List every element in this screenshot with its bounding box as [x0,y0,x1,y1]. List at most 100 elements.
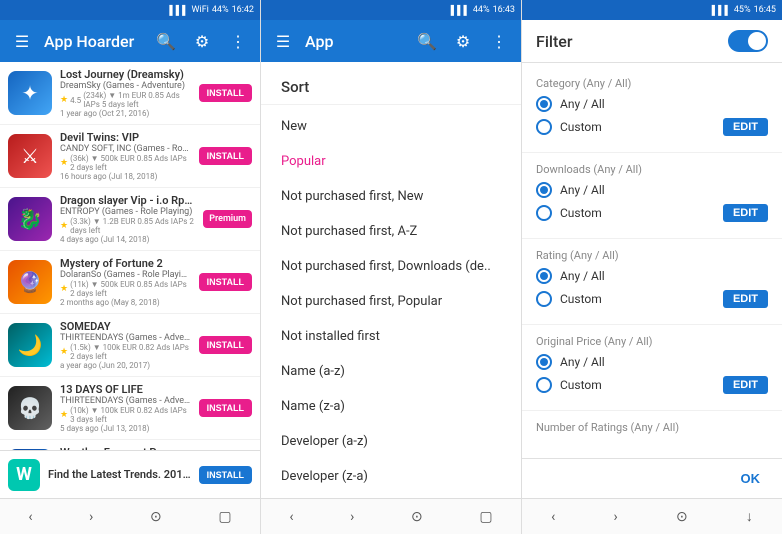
radio-label-price-any: Any / All [560,355,768,369]
time-display: 16:42 [232,5,254,15]
filter-content: Category (Any / All) Any / All Custom ED… [522,63,782,458]
top-bar-1: ☰ App Hoarder 🔍 ⚙ ⋮ [0,20,260,62]
filter-label-price: Original Price (Any / All) [536,335,768,348]
edit-price-button[interactable]: EDIT [723,376,768,394]
list-item[interactable]: 🔮 Mystery of Fortune 2 DolaranSo (Games … [0,251,260,314]
radio-price-custom[interactable] [536,377,552,393]
install-button[interactable]: install [199,147,252,165]
radio-rating-custom[interactable] [536,291,552,307]
home-icon-3[interactable]: ⊙ [676,509,688,525]
app-name: Mystery of Fortune 2 [60,257,191,270]
app-icon: ✦ [8,71,52,115]
back-icon[interactable]: ‹ [28,509,32,525]
recent-icon-2[interactable]: ▢ [479,509,492,525]
app-info: Mystery of Fortune 2 DolaranSo (Games - … [60,257,191,307]
sort-item-name-za[interactable]: Name (z-a) [261,389,521,424]
filter-icon-2[interactable]: ⚙ [449,27,477,55]
list-item[interactable]: ⛅ Weather Forecast Pro Best App - Top Br… [0,440,260,450]
down-icon-3[interactable]: ↓ [746,508,753,525]
app-rating: ★ (1.5k) ▼ 100k EUR 0.82 Ads IAPs 2 days… [60,343,191,361]
filter-section-price: Original Price (Any / All) Any / All Cus… [522,329,782,406]
app-date: 2 months ago (May 8, 2018) [60,298,191,307]
list-item[interactable]: ⚔ Devil Twins: VIP CANDY SOFT, INC (Game… [0,125,260,188]
divider [522,410,782,411]
sort-item-new[interactable]: New [261,109,521,144]
radio-downloads-custom[interactable] [536,205,552,221]
filter-header: Filter [522,20,782,63]
app-dev: DreamSky (Games - Adventure) [60,81,191,91]
edit-downloads-button[interactable]: EDIT [723,204,768,222]
app-list-panel: ▌▌▌ WiFi 44% 16:42 ☰ App Hoarder 🔍 ⚙ ⋮ ✦… [0,0,261,534]
forward-icon-3[interactable]: › [614,509,618,525]
app-title-2: App [305,32,405,51]
wifi-icon: WiFi [192,5,209,15]
home-icon[interactable]: ⊙ [150,509,162,525]
recent-icon[interactable]: ▢ [218,509,231,525]
home-icon-2[interactable]: ⊙ [411,509,423,525]
divider [522,238,782,239]
app-rating: ★ (10k) ▼ 100k EUR 0.82 Ads IAPs 3 days … [60,406,191,424]
sort-item-name-az[interactable]: Name (a-z) [261,354,521,389]
app-date: 16 hours ago (Jul 18, 2018) [60,172,191,181]
radio-category-custom[interactable] [536,119,552,135]
premium-badge: Premium [203,210,252,228]
ok-button[interactable]: OK [733,467,769,490]
sort-item-not-purchased-dl[interactable]: Not purchased first, Downloads (de.. [261,249,521,284]
sort-item-not-purchased-popular[interactable]: Not purchased first, Popular [261,284,521,319]
forward-icon-2[interactable]: › [350,509,354,525]
sort-list: New Popular Not purchased first, New Not… [261,105,521,498]
edit-rating-button[interactable]: EDIT [723,290,768,308]
filter-section-num-ratings: Number of Ratings (Any / All) [522,415,782,446]
filter-option: Any / All [536,182,768,198]
list-item[interactable]: 🌙 SOMEDAY THIRTEENDAYS (Games - Adventur… [0,314,260,377]
sort-item-not-purchased-az[interactable]: Not purchased first, A-Z [261,214,521,249]
sort-item-not-purchased-new[interactable]: Not purchased first, New [261,179,521,214]
filter-option: Any / All [536,268,768,284]
time-2: 16:43 [493,5,515,15]
more-icon-2[interactable]: ⋮ [485,27,513,55]
sort-item-popular[interactable]: Popular [261,144,521,179]
app-info: Dragon slayer Vip - i.o Rpg game ENTROPY… [60,194,195,244]
app-icon: 💀 [8,386,52,430]
menu-icon[interactable]: ☰ [8,27,36,55]
list-item[interactable]: 💀 13 DAYS OF LIFE THIRTEENDAYS (Games - … [0,377,260,440]
battery-indicator: 44% [212,5,229,15]
back-icon-3[interactable]: ‹ [551,509,555,525]
filter-section-category: Category (Any / All) Any / All Custom ED… [522,71,782,148]
sort-item-not-installed[interactable]: Not installed first [261,319,521,354]
list-item[interactable]: 🐉 Dragon slayer Vip - i.o Rpg game ENTRO… [0,188,260,251]
install-button[interactable]: install [199,84,252,102]
app-name: Devil Twins: VIP [60,131,191,144]
sort-item-dev-az[interactable]: Developer (a-z) [261,424,521,459]
back-icon-2[interactable]: ‹ [289,509,293,525]
install-button[interactable]: install [199,273,252,291]
install-button[interactable]: install [199,336,252,354]
edit-category-button[interactable]: EDIT [723,118,768,136]
app-title-1: App Hoarder [44,32,144,51]
search-icon[interactable]: 🔍 [152,27,180,55]
app-rating: ★ (3.3k) ▼ 1.2B EUR 0.85 Ads IAPs 2 days… [60,217,195,235]
ad-install-button[interactable]: INSTALL [199,466,252,484]
filter-toggle[interactable] [728,30,768,52]
app-info: 13 DAYS OF LIFE THIRTEENDAYS (Games - Ad… [60,383,191,433]
filter-section-downloads: Downloads (Any / All) Any / All Custom E… [522,157,782,234]
forward-icon[interactable]: › [89,509,93,525]
radio-category-any[interactable] [536,96,552,112]
filter-label-category: Category (Any / All) [536,77,768,90]
filter-icon[interactable]: ⚙ [188,27,216,55]
app-info: Lost Journey (Dreamsky) DreamSky (Games … [60,68,191,118]
sort-item-dev-za[interactable]: Developer (z-a) [261,459,521,494]
radio-downloads-any[interactable] [536,182,552,198]
search-icon-2[interactable]: 🔍 [413,27,441,55]
filter-footer: OK [522,458,782,498]
more-icon[interactable]: ⋮ [224,27,252,55]
filter-section-rating: Rating (Any / All) Any / All Custom EDIT [522,243,782,320]
menu-icon-2[interactable]: ☰ [269,27,297,55]
filter-option: Any / All [536,96,768,112]
list-item[interactable]: ✦ Lost Journey (Dreamsky) DreamSky (Game… [0,62,260,125]
radio-rating-any[interactable] [536,268,552,284]
install-button[interactable]: install [199,399,252,417]
top-bar-2: ☰ App 🔍 ⚙ ⋮ [261,20,521,62]
radio-price-any[interactable] [536,354,552,370]
filter-label-rating: Rating (Any / All) [536,249,768,262]
